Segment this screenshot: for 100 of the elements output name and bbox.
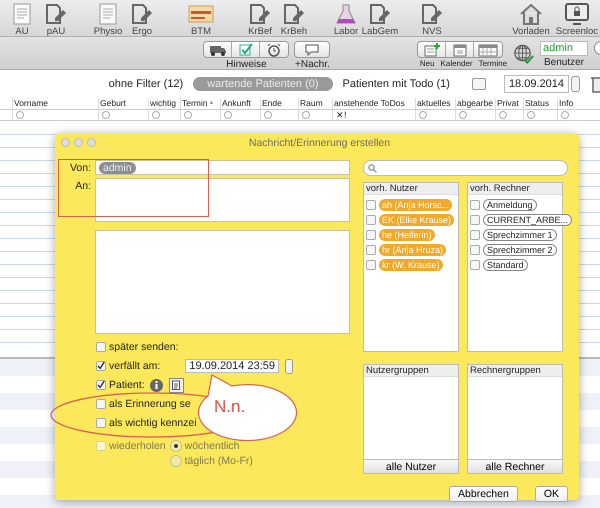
edit-icon bbox=[421, 3, 443, 25]
option-label: als wichtig kennzei bbox=[109, 417, 197, 429]
toolbar-button[interactable]: Ergo bbox=[126, 0, 158, 37]
toolbar-button[interactable]: KrBeh bbox=[278, 0, 310, 37]
date-stepper[interactable] bbox=[571, 76, 580, 92]
toolbar-button[interactable]: AU bbox=[6, 0, 38, 37]
edit-icon bbox=[45, 3, 67, 25]
trash-icon[interactable] bbox=[590, 75, 600, 93]
clipboard-button[interactable] bbox=[168, 378, 184, 392]
toolbar-button[interactable]: LabGem bbox=[364, 0, 396, 37]
message-field[interactable] bbox=[95, 230, 350, 334]
list-header: Rechnergruppen bbox=[468, 365, 562, 377]
filter-radio[interactable] bbox=[152, 111, 160, 119]
checkbox[interactable] bbox=[366, 230, 376, 240]
dialog-button[interactable]: OK bbox=[534, 486, 568, 502]
checkbox[interactable] bbox=[470, 245, 480, 255]
select-all-button[interactable]: alle Rechner bbox=[468, 459, 562, 473]
toolbar-button[interactable]: BTM bbox=[178, 0, 224, 37]
option-label: als Erinnerung se bbox=[109, 398, 191, 410]
checkbox[interactable] bbox=[470, 260, 480, 270]
toolbar-button[interactable]: pAU bbox=[40, 0, 72, 37]
filter-radio[interactable] bbox=[102, 111, 110, 119]
column-header[interactable]: Geburt bbox=[100, 98, 126, 109]
info-icon bbox=[154, 381, 158, 389]
column-header[interactable]: anstehende ToDos bbox=[334, 98, 405, 109]
filter-radio[interactable] bbox=[419, 111, 427, 119]
info-button[interactable] bbox=[150, 378, 163, 392]
user-field[interactable]: admin bbox=[540, 41, 588, 56]
checkbox[interactable] bbox=[470, 230, 480, 240]
option-label: täglich (Mo-Fr) bbox=[184, 455, 253, 467]
filter-radio[interactable] bbox=[561, 111, 569, 119]
list-header: vorh. Rechner bbox=[468, 183, 562, 195]
house-icon bbox=[518, 3, 543, 25]
toolbar-button[interactable]: Screenloc bbox=[554, 0, 600, 37]
column-header[interactable]: aktuelles bbox=[417, 98, 451, 109]
checkbox[interactable] bbox=[366, 245, 376, 255]
checkbox[interactable] bbox=[366, 215, 376, 225]
filter-radio[interactable] bbox=[16, 111, 24, 119]
filter-cell[interactable]: ✕! bbox=[336, 110, 347, 120]
dropdown-button[interactable] bbox=[472, 78, 486, 90]
column-header[interactable]: Vorname bbox=[14, 98, 48, 109]
select-all-button[interactable]: alle Nutzer bbox=[364, 459, 458, 473]
filter-radio[interactable] bbox=[302, 111, 310, 119]
folder-icon bbox=[188, 3, 214, 25]
checkbox[interactable] bbox=[470, 200, 480, 210]
date-stepper[interactable] bbox=[285, 358, 293, 374]
checkbox[interactable] bbox=[366, 260, 376, 270]
date-field[interactable]: 19.09.2014 23:59 bbox=[185, 359, 279, 373]
toolbar-button[interactable]: Labor bbox=[330, 0, 362, 37]
dialog-button[interactable]: Abbrechen bbox=[449, 486, 518, 502]
form-icon bbox=[13, 3, 31, 25]
filter-label[interactable]: ohne Filter (12) bbox=[108, 78, 184, 90]
speech-icon bbox=[305, 44, 320, 56]
toolbar-button[interactable]: Vorladen bbox=[510, 0, 552, 37]
to-field[interactable] bbox=[95, 178, 350, 222]
toolbar-button[interactable]: KrBef bbox=[244, 0, 276, 37]
column-header[interactable]: Termin bbox=[182, 98, 208, 109]
recipient-tag[interactable]: Standard bbox=[483, 259, 528, 271]
flask-icon bbox=[336, 3, 356, 25]
search-field[interactable] bbox=[363, 160, 568, 176]
checkbox[interactable] bbox=[96, 380, 106, 390]
column-header[interactable]: Ende bbox=[262, 98, 282, 109]
user-label: Benutzer bbox=[544, 57, 584, 68]
column-header[interactable]: Raum bbox=[300, 98, 323, 109]
filter-radio[interactable] bbox=[527, 111, 535, 119]
toolbar-label: +Nachr. bbox=[295, 59, 330, 70]
toolbar-button[interactable]: Physio bbox=[92, 0, 124, 37]
option-label: wöchentlich bbox=[184, 440, 240, 452]
filter-radio[interactable] bbox=[459, 111, 467, 119]
toolbar-button[interactable]: NVS bbox=[416, 0, 448, 37]
clipboard-icon bbox=[172, 380, 180, 390]
toolbar-label: Kalender bbox=[440, 59, 473, 68]
edit-icon bbox=[131, 3, 153, 25]
monitor-lock-icon bbox=[564, 3, 589, 25]
column-header[interactable]: wichtig bbox=[150, 98, 176, 109]
recipient-tag[interactable]: Anmeldung bbox=[483, 199, 537, 211]
edit-icon bbox=[369, 3, 391, 25]
column-header[interactable]: Privat bbox=[497, 98, 519, 109]
filter-radio[interactable] bbox=[224, 111, 232, 119]
column-header[interactable]: Status bbox=[525, 98, 550, 109]
form-icon bbox=[99, 3, 117, 25]
toolbar-label: Hinweise bbox=[226, 59, 267, 70]
filter-radio[interactable] bbox=[264, 111, 272, 119]
checkbox[interactable] bbox=[96, 361, 106, 371]
checkbox[interactable] bbox=[96, 342, 106, 352]
column-header[interactable]: Ankunft bbox=[222, 98, 251, 109]
option-label: später senden: bbox=[109, 341, 178, 353]
filter-radio[interactable] bbox=[499, 111, 507, 119]
date-field[interactable]: 18.09.2014 bbox=[504, 75, 569, 93]
filter-radio[interactable] bbox=[184, 111, 192, 119]
recipient-tag[interactable]: Sprechzimmer 1 bbox=[483, 229, 557, 241]
column-header[interactable]: abgearbe bbox=[457, 98, 493, 109]
recipient-tag[interactable]: Sprechzimmer 2 bbox=[483, 244, 557, 256]
column-header[interactable]: Info bbox=[559, 98, 574, 109]
recipient-tag[interactable]: CURRENT_ARBE... bbox=[483, 214, 572, 226]
checkbox[interactable] bbox=[470, 215, 480, 225]
filter-label[interactable]: Patienten mit Todo (1) bbox=[342, 78, 450, 90]
checkbox[interactable] bbox=[96, 418, 106, 428]
checkbox[interactable] bbox=[366, 200, 376, 210]
checkbox[interactable] bbox=[96, 399, 106, 409]
